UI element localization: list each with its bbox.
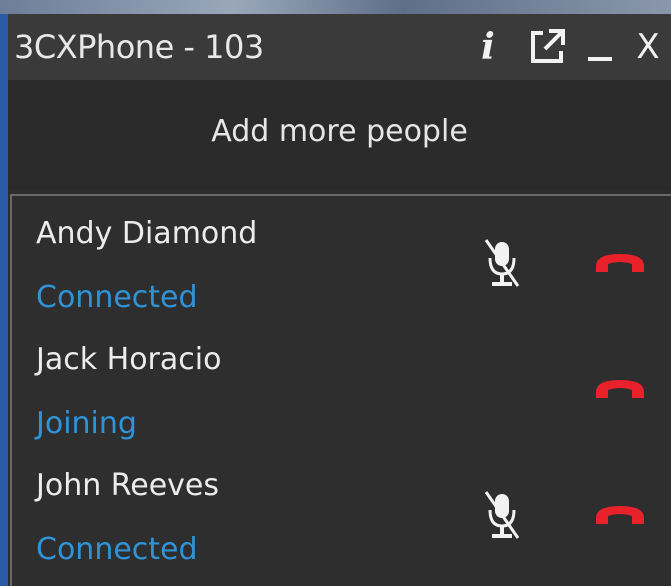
close-button[interactable]: X: [630, 24, 666, 70]
info-button[interactable]: i: [470, 24, 506, 70]
phone-window: 3CXPhone - 103 i X Add more people Andy …: [8, 14, 671, 586]
participant-row: Andy Diamond Connected: [12, 196, 671, 322]
add-more-people-label: Add more people: [211, 113, 468, 149]
participant-name: Jack Horacio: [36, 342, 222, 377]
mute-microphone-icon[interactable]: [482, 488, 522, 542]
participant-name: Andy Diamond: [36, 216, 258, 251]
window-title: 3CXPhone - 103: [14, 28, 264, 66]
participant-list: Andy Diamond Connected Jack Horacio Join…: [10, 194, 671, 586]
hang-up-icon[interactable]: [592, 246, 648, 280]
desktop-background: [0, 0, 671, 14]
participant-name: John Reeves: [36, 468, 220, 503]
info-icon: i: [481, 26, 495, 68]
participant-row: Jack Horacio Joining: [12, 322, 671, 448]
mute-microphone-icon[interactable]: [482, 236, 522, 290]
hang-up-icon[interactable]: [592, 372, 648, 406]
minimize-button[interactable]: [584, 24, 616, 70]
popout-button[interactable]: [524, 24, 570, 70]
participant-row: John Reeves Connected: [12, 448, 671, 574]
participant-status: Connected: [36, 280, 198, 315]
add-more-people-button[interactable]: Add more people: [8, 80, 671, 190]
minimize-icon: [588, 57, 612, 61]
close-icon: X: [636, 27, 660, 67]
popout-icon: [531, 29, 565, 63]
participant-status: Connected: [36, 532, 198, 567]
participant-status: Joining: [36, 406, 137, 441]
title-bar: 3CXPhone - 103 i X: [8, 14, 671, 80]
hang-up-icon[interactable]: [592, 498, 648, 532]
